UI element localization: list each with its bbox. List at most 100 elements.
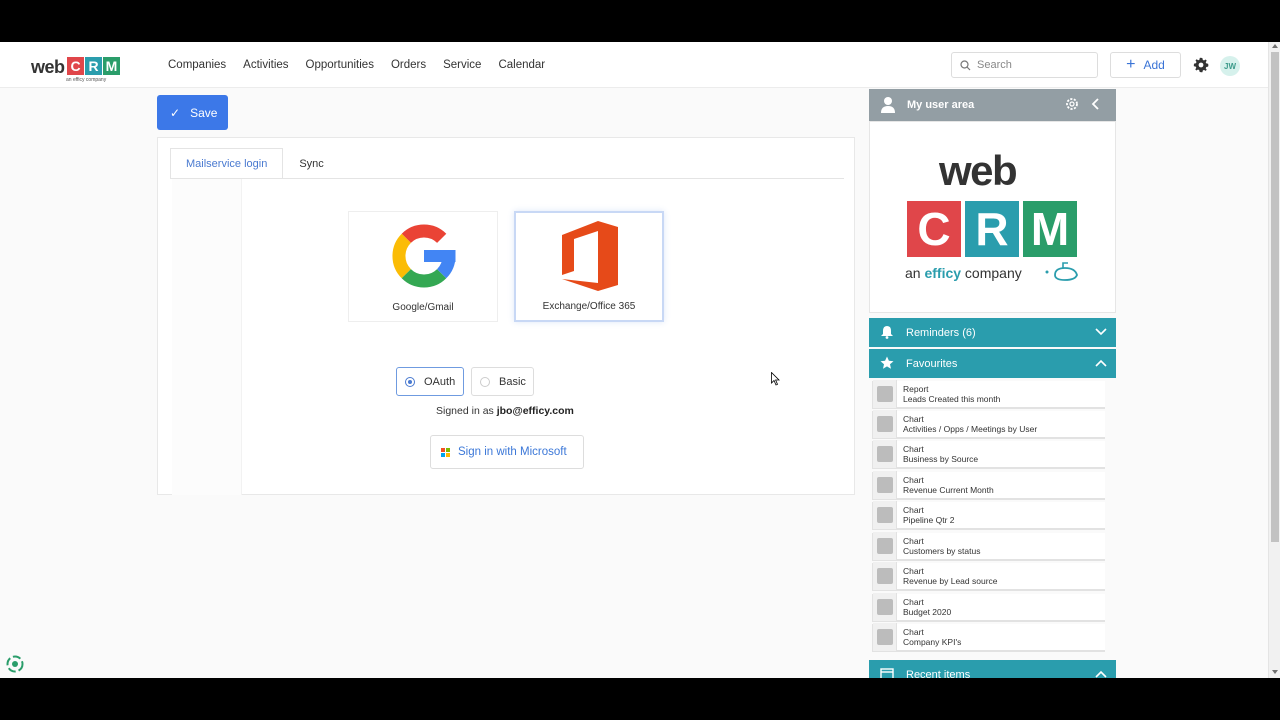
save-button[interactable]: ✓ Save bbox=[157, 95, 228, 130]
check-icon: ✓ bbox=[170, 105, 181, 120]
calendar-icon bbox=[880, 668, 894, 678]
tab-mailservice-login[interactable]: Mailservice login bbox=[170, 148, 284, 179]
brand-logo-box: web C R M an efficy company bbox=[869, 121, 1116, 313]
big-logo-tagline: an efficy company bbox=[905, 265, 1022, 281]
nav-orders[interactable]: Orders bbox=[391, 59, 426, 71]
user-area-header: My user area bbox=[869, 89, 1116, 121]
provider-exchange-label: Exchange/Office 365 bbox=[542, 301, 636, 312]
search-box[interactable] bbox=[951, 52, 1098, 78]
chart-icon bbox=[873, 501, 897, 529]
webcrm-logo[interactable]: web C R M an efficy company bbox=[31, 54, 123, 84]
favourite-item[interactable]: Chart Pipeline Qtr 2 bbox=[872, 501, 1105, 530]
tab-divider bbox=[170, 178, 844, 179]
search-icon bbox=[960, 59, 971, 70]
page-scrollbar[interactable] bbox=[1268, 42, 1280, 678]
favourite-item[interactable]: Chart Customers by status bbox=[872, 532, 1105, 561]
favourite-item[interactable]: Report Leads Created this month bbox=[872, 380, 1105, 409]
plus-icon: + bbox=[1126, 56, 1136, 73]
chart-icon bbox=[873, 562, 897, 590]
star-icon bbox=[880, 356, 894, 369]
add-button[interactable]: + Add bbox=[1110, 52, 1181, 78]
favourite-item[interactable]: Chart Activities / Opps / Meetings by Use… bbox=[872, 410, 1105, 439]
provider-google[interactable]: Google/Gmail bbox=[348, 211, 498, 322]
oauth-option[interactable]: OAuth bbox=[396, 367, 464, 396]
google-icon bbox=[392, 224, 456, 288]
bell-icon bbox=[881, 326, 893, 339]
chart-icon bbox=[873, 471, 897, 499]
logo-web-text: web bbox=[31, 57, 65, 77]
scroll-up-arrow-icon[interactable] bbox=[1272, 44, 1278, 48]
main-nav: Companies Activities Opportunities Order… bbox=[168, 42, 562, 88]
microsoft-icon bbox=[441, 447, 450, 457]
favourite-type: Chart bbox=[903, 597, 924, 607]
assistant-icon[interactable] bbox=[6, 655, 24, 673]
nav-opportunities[interactable]: Opportunities bbox=[306, 59, 374, 71]
top-navbar: web C R M an efficy company Companies Ac… bbox=[0, 42, 1268, 88]
left-strip bbox=[172, 179, 242, 495]
collapse-panel-icon[interactable] bbox=[1090, 97, 1102, 111]
gear-icon[interactable] bbox=[1193, 57, 1209, 73]
logo-letter-m: M bbox=[103, 57, 120, 75]
favourite-name: Customers by status bbox=[903, 546, 981, 556]
favourite-item[interactable]: Chart Budget 2020 bbox=[872, 593, 1105, 622]
favourite-type: Chart bbox=[903, 566, 924, 576]
favourite-item[interactable]: Chart Business by Source bbox=[872, 440, 1105, 469]
mouse-cursor-icon bbox=[771, 372, 780, 386]
chart-icon bbox=[873, 440, 897, 468]
nav-service[interactable]: Service bbox=[443, 59, 481, 71]
sign-in-microsoft-button[interactable]: Sign in with Microsoft bbox=[430, 435, 584, 469]
user-icon bbox=[881, 97, 895, 113]
favourite-name: Budget 2020 bbox=[903, 607, 952, 617]
scrollbar-thumb[interactable] bbox=[1271, 52, 1279, 542]
favourite-type: Chart bbox=[903, 505, 924, 515]
favourites-label: Favourites bbox=[906, 357, 958, 370]
favourite-name: Activities / Opps / Meetings by User bbox=[903, 424, 1038, 434]
favourite-type: Chart bbox=[903, 536, 924, 546]
favourite-item[interactable]: Chart Revenue Current Month bbox=[872, 471, 1105, 500]
user-area-title: My user area bbox=[907, 99, 975, 111]
chevron-up-icon[interactable] bbox=[1095, 669, 1107, 678]
basic-option[interactable]: Basic bbox=[471, 367, 534, 396]
big-logo-letter-m: M bbox=[1023, 201, 1077, 257]
app-window: web C R M an efficy company Companies Ac… bbox=[0, 42, 1280, 678]
chart-icon bbox=[873, 593, 897, 621]
search-input[interactable] bbox=[977, 59, 1087, 71]
favourite-name: Pipeline Qtr 2 bbox=[903, 515, 955, 525]
nav-calendar[interactable]: Calendar bbox=[498, 59, 545, 71]
reminders-label: Reminders (6) bbox=[906, 326, 976, 339]
favourite-name: Business by Source bbox=[903, 454, 979, 464]
recent-items-label: Recent items bbox=[906, 668, 971, 679]
basic-label: Basic bbox=[499, 375, 526, 388]
favourite-name: Leads Created this month bbox=[903, 394, 1001, 404]
chevron-up-icon[interactable] bbox=[1095, 358, 1107, 368]
signed-in-text: Signed in as jbo@efficy.com bbox=[436, 405, 574, 417]
favourites-section[interactable]: Favourites bbox=[869, 349, 1116, 378]
webcrm-big-logo: web C R M an efficy company bbox=[905, 150, 1085, 290]
user-avatar[interactable]: JW bbox=[1220, 56, 1240, 76]
nav-activities[interactable]: Activities bbox=[243, 59, 288, 71]
favourite-type: Chart bbox=[903, 414, 924, 424]
basic-radio[interactable] bbox=[480, 376, 490, 387]
panel-settings-icon[interactable] bbox=[1065, 97, 1079, 111]
tab-sync[interactable]: Sync bbox=[283, 148, 339, 179]
big-logo-letter-c: C bbox=[907, 201, 961, 257]
oauth-label: OAuth bbox=[424, 375, 456, 388]
nav-companies[interactable]: Companies bbox=[168, 59, 226, 71]
provider-exchange[interactable]: Exchange/Office 365 bbox=[514, 211, 664, 322]
oauth-radio[interactable] bbox=[405, 376, 415, 387]
reminders-section[interactable]: Reminders (6) bbox=[869, 318, 1116, 347]
recent-items-section[interactable]: Recent items bbox=[869, 660, 1116, 678]
chevron-down-icon[interactable] bbox=[1095, 327, 1107, 337]
logo-tagline: an efficy company bbox=[66, 77, 107, 83]
scroll-down-arrow-icon[interactable] bbox=[1272, 670, 1278, 674]
favourite-item[interactable]: Chart Revenue by Lead source bbox=[872, 562, 1105, 591]
logo-letter-r: R bbox=[85, 57, 102, 75]
favourite-type: Report bbox=[903, 384, 929, 394]
sign-in-microsoft-label: Sign in with Microsoft bbox=[458, 446, 567, 458]
favourite-item[interactable]: Chart Company KPI's bbox=[872, 623, 1105, 652]
signed-in-prefix: Signed in as bbox=[436, 405, 494, 417]
favourite-type: Chart bbox=[903, 444, 924, 454]
mailservice-card: Mailservice login Sync Google/Gmail Exch… bbox=[157, 137, 855, 495]
favourite-name: Revenue Current Month bbox=[903, 485, 994, 495]
favourite-name: Revenue by Lead source bbox=[903, 576, 998, 586]
